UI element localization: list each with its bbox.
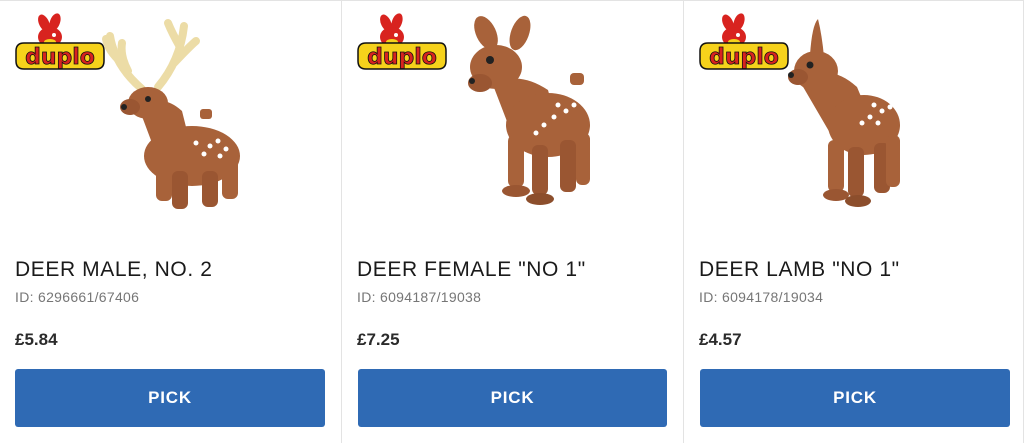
deer-lamb-icon [788,19,900,207]
rabbit-mascot-icon [380,13,404,47]
product-id: ID: 6094178/19034 [699,289,824,305]
product-name[interactable]: DEER MALE, NO. 2 [15,258,212,282]
product-card: duplo DEER MALE, NO. 2 ID: 6296661/67406… [0,1,342,443]
product-card: duplo DEER FEMALE "NO 1" ID: 6094187/190… [342,1,684,443]
product-grid: duplo DEER MALE, NO. 2 ID: 6296661/67406… [0,0,1024,443]
product-id: ID: 6094187/19038 [357,289,482,305]
pick-button[interactable]: PICK [700,369,1010,427]
product-card: duplo DEER LAMB "NO 1" ID: 6094178/19034… [684,1,1024,443]
product-price: £5.84 [15,330,58,349]
pick-button[interactable]: PICK [358,369,667,427]
svg-text:duplo: duplo [25,45,95,70]
rabbit-mascot-icon [722,13,746,47]
product-price: £4.57 [699,330,742,349]
product-price: £7.25 [357,330,400,349]
product-image[interactable]: duplo [0,1,341,236]
duplo-logo-icon: duplo [357,13,447,70]
deer-male-icon [102,19,240,209]
product-id: ID: 6296661/67406 [15,289,140,305]
pick-button[interactable]: PICK [15,369,325,427]
svg-text:duplo: duplo [367,45,437,70]
product-image[interactable]: duplo [684,1,1023,236]
product-name[interactable]: DEER LAMB "NO 1" [699,258,900,282]
svg-text:duplo: duplo [709,45,779,70]
product-name[interactable]: DEER FEMALE "NO 1" [357,258,586,282]
deer-female-icon [468,15,590,205]
duplo-logo-icon: duplo [15,13,105,70]
duplo-logo-icon: duplo [699,13,789,70]
rabbit-mascot-icon [38,13,62,47]
product-image[interactable]: duplo [342,1,683,236]
